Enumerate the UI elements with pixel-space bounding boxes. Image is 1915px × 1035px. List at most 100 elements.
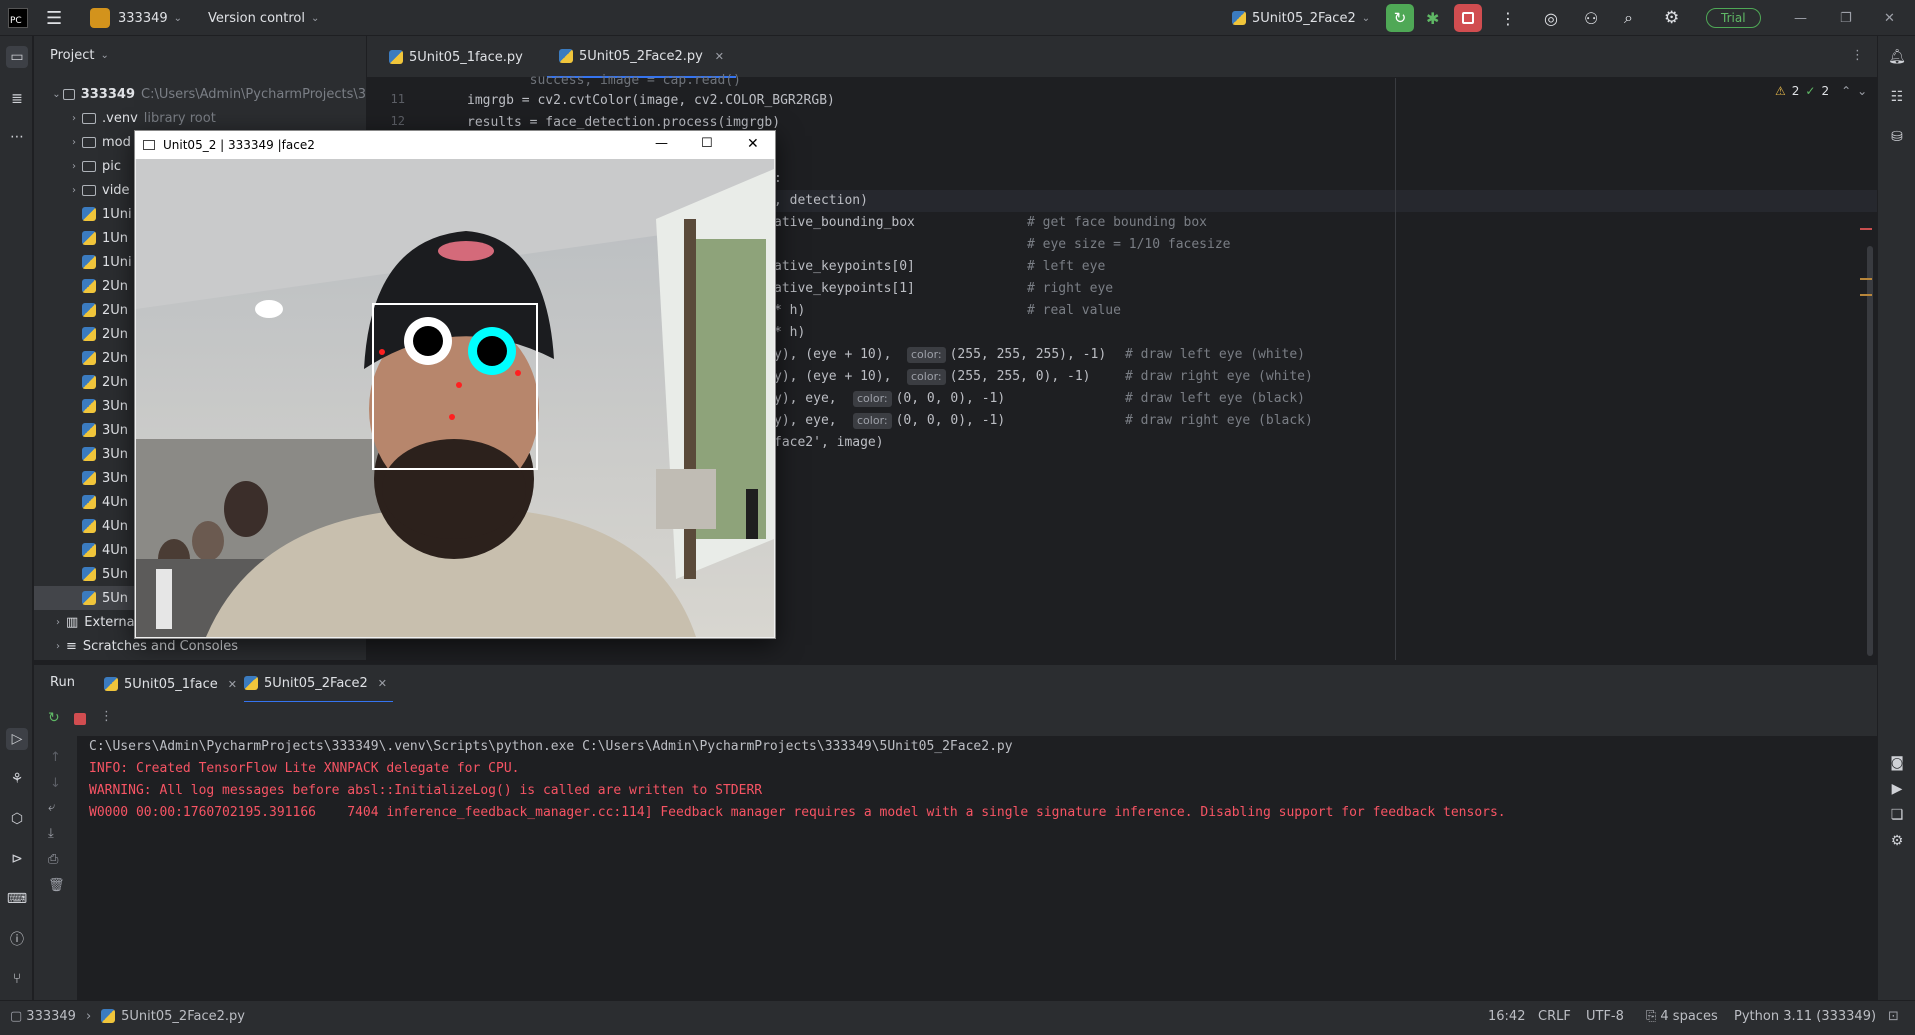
tab-options-icon[interactable]: ⋮ bbox=[1851, 48, 1864, 63]
close-icon[interactable]: ✕ bbox=[747, 136, 759, 152]
trial-label: Trial bbox=[1706, 8, 1761, 28]
camera-icon[interactable]: ◙ bbox=[1886, 752, 1908, 774]
run-config-selector[interactable]: 5Unit05_2Face2 ⌄ bbox=[1232, 0, 1370, 36]
chevron-down-icon: ⌄ bbox=[100, 50, 109, 61]
python-console-icon[interactable]: ⚘ bbox=[6, 768, 28, 790]
tree-root-path: C:\Users\Admin\PycharmProjects\3 bbox=[141, 86, 366, 102]
inspection-widget[interactable]: ⚠ 2 ✓ 2 ⌃ ⌄ bbox=[1775, 84, 1867, 98]
code-line: y), (eye + 10), bbox=[774, 369, 892, 384]
opencv-window[interactable]: Unit05_2 | 333349 |face2 — ☐ ✕ bbox=[134, 130, 776, 639]
project-panel-header[interactable]: Project ⌄ bbox=[50, 48, 109, 63]
chevron-up-icon[interactable]: ⌃ bbox=[1841, 84, 1851, 98]
breadcrumb[interactable]: ▢ 333349 › 5Unit05_2Face2.py bbox=[10, 1001, 245, 1031]
ai-chat-icon[interactable]: ☷ bbox=[1886, 86, 1908, 108]
settings-gear-icon[interactable]: ⚙ bbox=[1664, 0, 1679, 36]
close-tab-icon[interactable]: ✕ bbox=[378, 677, 387, 690]
python-file-icon bbox=[82, 375, 96, 389]
more-actions-icon[interactable]: ⋮ bbox=[1500, 0, 1516, 36]
stop-icon[interactable] bbox=[74, 713, 86, 725]
services-icon[interactable]: ⊳ bbox=[6, 848, 28, 870]
tree-item-label: 4Un bbox=[102, 542, 129, 558]
file-encoding[interactable]: UTF-8 bbox=[1586, 1001, 1624, 1031]
line-ending[interactable]: CRLF bbox=[1538, 1001, 1571, 1031]
version-control-menu[interactable]: Version control ⌄ bbox=[208, 0, 319, 36]
tree-item-label: 3Un bbox=[102, 422, 129, 438]
trial-button[interactable]: Trial bbox=[1706, 0, 1761, 36]
line-number: 11 bbox=[390, 92, 405, 106]
arrow-down-icon[interactable]: ↓ bbox=[50, 776, 61, 791]
soft-wrap-icon[interactable]: ⤶ bbox=[48, 800, 55, 815]
chevron-down-icon[interactable]: ⌄ bbox=[1857, 84, 1867, 98]
project-selector[interactable]: 333349 ⌄ bbox=[90, 0, 182, 36]
bug-icon: ✱ bbox=[1426, 8, 1440, 28]
project-icon: ▢ bbox=[10, 1008, 23, 1024]
video-camera-icon[interactable]: ▶ bbox=[1886, 778, 1908, 800]
code-with-me-icon[interactable]: ⚇ bbox=[1584, 0, 1598, 36]
python-file-icon bbox=[82, 543, 96, 557]
restore-window-button[interactable]: ❐ bbox=[1840, 0, 1852, 36]
search-icon[interactable]: ⌕ bbox=[1624, 0, 1633, 36]
python-file-icon bbox=[82, 351, 96, 365]
scroll-to-end-icon[interactable]: ⤓ bbox=[48, 826, 54, 841]
chevron-right-icon: › bbox=[85, 1008, 92, 1024]
close-tab-icon[interactable]: ✕ bbox=[715, 50, 724, 63]
trash-icon[interactable]: 🗑︎ bbox=[48, 878, 65, 893]
tab-label: 5Unit05_2Face2.py bbox=[579, 48, 703, 64]
indent-label: 4 spaces bbox=[1660, 1008, 1718, 1024]
code-comment: # draw left eye (black) bbox=[1125, 391, 1306, 406]
code-line: y), eye, bbox=[774, 391, 837, 406]
arrow-up-icon[interactable]: ↑ bbox=[50, 750, 61, 765]
project-panel-title: Project bbox=[50, 48, 95, 63]
code-line: ative_bounding_box bbox=[774, 215, 915, 230]
main-menu-icon[interactable]: ☰ bbox=[46, 0, 62, 36]
close-window-button[interactable]: ✕ bbox=[1884, 0, 1895, 36]
python-interpreter[interactable]: Python 3.11 (333349) bbox=[1734, 1001, 1876, 1031]
code-comment: # right eye bbox=[1027, 281, 1114, 296]
terminal-icon[interactable]: ⌨ bbox=[6, 888, 28, 910]
tab-label: 5Unit05_1face.py bbox=[409, 49, 523, 65]
rerun-button[interactable]: ↻ bbox=[1386, 0, 1414, 36]
tree-item-label: pic bbox=[102, 158, 122, 174]
folder-icon bbox=[82, 160, 96, 172]
caret-position[interactable]: 16:42 bbox=[1488, 1001, 1525, 1031]
tree-folder[interactable]: › .venv library root bbox=[34, 106, 366, 130]
ai-assistant-icon[interactable]: ◎ bbox=[1544, 0, 1558, 36]
debug-button[interactable]: ✱ bbox=[1426, 0, 1439, 36]
code-args: (0, 0, 0), -1) bbox=[895, 413, 1006, 428]
code-line: , detection) bbox=[774, 193, 868, 208]
maximize-icon[interactable]: ☐ bbox=[701, 136, 713, 151]
warning-stripe-mark[interactable] bbox=[1860, 294, 1872, 296]
stop-button[interactable] bbox=[1454, 0, 1482, 36]
python-file-icon bbox=[82, 327, 96, 341]
layers-icon[interactable]: ❏ bbox=[1886, 804, 1908, 826]
indent-setting[interactable]: ⎘ 4 spaces bbox=[1646, 1001, 1718, 1031]
lock-icon[interactable]: ⊡ bbox=[1888, 1001, 1899, 1031]
warning-stripe-mark[interactable] bbox=[1860, 278, 1872, 280]
minimize-icon[interactable]: — bbox=[655, 136, 668, 151]
more-actions-icon[interactable]: ⋮ bbox=[100, 709, 113, 724]
close-tab-icon[interactable]: ✕ bbox=[228, 678, 237, 691]
run-tab-5unit05-1face[interactable]: 5Unit05_1face ✕ bbox=[104, 665, 237, 703]
more-tools-icon[interactable]: ⋯ bbox=[6, 126, 28, 148]
tree-root[interactable]: ⌄ 333349 C:\Users\Admin\PycharmProjects\… bbox=[34, 82, 366, 106]
print-icon[interactable]: ⎙ bbox=[48, 852, 58, 867]
run-tool-icon[interactable]: ▷ bbox=[6, 728, 28, 750]
error-stripe-mark[interactable] bbox=[1860, 228, 1872, 230]
python-packages-icon[interactable]: ⬡ bbox=[6, 808, 28, 830]
database-icon[interactable]: ⛁ bbox=[1886, 126, 1908, 148]
python-file-icon bbox=[82, 471, 96, 485]
problems-icon[interactable]: ⓘ bbox=[6, 928, 28, 950]
settings-gear-icon[interactable]: ⚙ bbox=[1886, 830, 1908, 852]
rerun-icon[interactable]: ↻ bbox=[48, 710, 60, 726]
editor-scrollbar[interactable] bbox=[1867, 246, 1873, 656]
project-folder-icon[interactable]: ▭ bbox=[6, 46, 28, 68]
git-icon[interactable]: ⑂ bbox=[6, 968, 28, 990]
notifications-bell-icon[interactable]: 🔔︎ bbox=[1886, 46, 1908, 68]
minimize-window-button[interactable]: — bbox=[1794, 0, 1807, 36]
code-comment: # draw right eye (white) bbox=[1125, 369, 1313, 384]
structure-icon[interactable]: ≣ bbox=[6, 88, 28, 110]
run-console[interactable]: C:\Users\Admin\PycharmProjects\333349\.v… bbox=[77, 736, 1877, 1000]
warning-icon: ⚠ bbox=[1775, 84, 1786, 98]
opencv-window-titlebar[interactable]: Unit05_2 | 333349 |face2 — ☐ ✕ bbox=[135, 131, 775, 159]
run-tab-5unit05-2face2[interactable]: 5Unit05_2Face2 ✕ bbox=[244, 665, 393, 703]
